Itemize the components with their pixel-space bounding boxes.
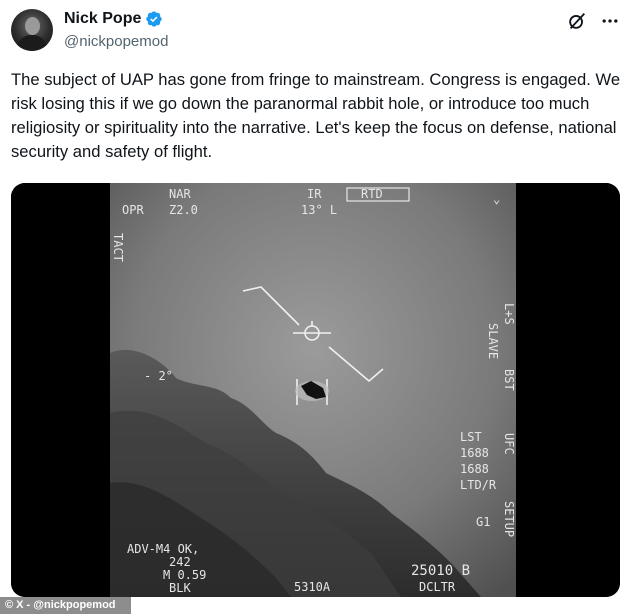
hud-top-left-2: OPR [122, 203, 144, 217]
avatar[interactable] [11, 9, 53, 51]
hud-bottom-center: 5310A [294, 580, 331, 594]
author-handle[interactable]: @nickpopemod [64, 33, 168, 50]
hud-right-vertical-3: BST [502, 369, 516, 391]
tweet-media-image[interactable]: NAR OPR Z2.0 IR 13° L RTD ⌄ TACT - 2° L+… [11, 183, 620, 597]
hud-top-center-1: IR [307, 187, 322, 201]
hud-right-vertical-1: L+S [502, 303, 516, 325]
hud-setup: SETUP [502, 501, 516, 537]
hud-top-left-3: Z2.0 [169, 203, 198, 217]
avatar-head [25, 17, 40, 35]
hud-top-center-2: 13° L [301, 203, 337, 217]
hud-lst: LST [460, 430, 482, 444]
hud-bottom-left-4: BLK [169, 581, 191, 595]
more-icon[interactable] [600, 11, 620, 31]
grok-icon[interactable] [566, 10, 588, 32]
verified-badge-icon [146, 11, 163, 27]
hud-value-1: 1688 [460, 446, 489, 460]
hud-value-2: 1688 [460, 462, 489, 476]
uap-object [295, 381, 329, 401]
source-watermark: © X - @nickpopemod [0, 597, 131, 614]
hud-top-left-1: NAR [169, 187, 191, 201]
hud-angle-left: - 2° [144, 369, 173, 383]
author-name-row[interactable]: Nick Pope [64, 10, 163, 28]
tweet-actions-top [566, 10, 620, 32]
hud-ltd: LTD/R [460, 478, 497, 492]
flir-video-frame: NAR OPR Z2.0 IR 13° L RTD ⌄ TACT - 2° L+… [11, 183, 620, 597]
hud-bottom-left-3: M 0.59 [163, 568, 206, 582]
hud-bottom-left-2: 242 [169, 555, 191, 569]
hud-right-vertical-2: SLAVE [486, 323, 500, 359]
hud-bottom-left-1: ADV-M4 OK, [127, 542, 199, 556]
hud-rtd-box: RTD [361, 187, 383, 201]
hud-ufc: UFC [502, 433, 516, 455]
avatar-body [17, 35, 47, 51]
hud-bottom-right-1: 25010 B [411, 563, 470, 579]
hud-corner-chevron: ⌄ [493, 192, 500, 206]
tweet-text: The subject of UAP has gone from fringe … [11, 70, 621, 161]
author-name[interactable]: Nick Pope [64, 10, 141, 28]
hud-left-vertical: TACT [111, 233, 125, 262]
hud-g1: G1 [476, 515, 490, 529]
hud-bottom-right-2: DCLTR [419, 580, 456, 594]
